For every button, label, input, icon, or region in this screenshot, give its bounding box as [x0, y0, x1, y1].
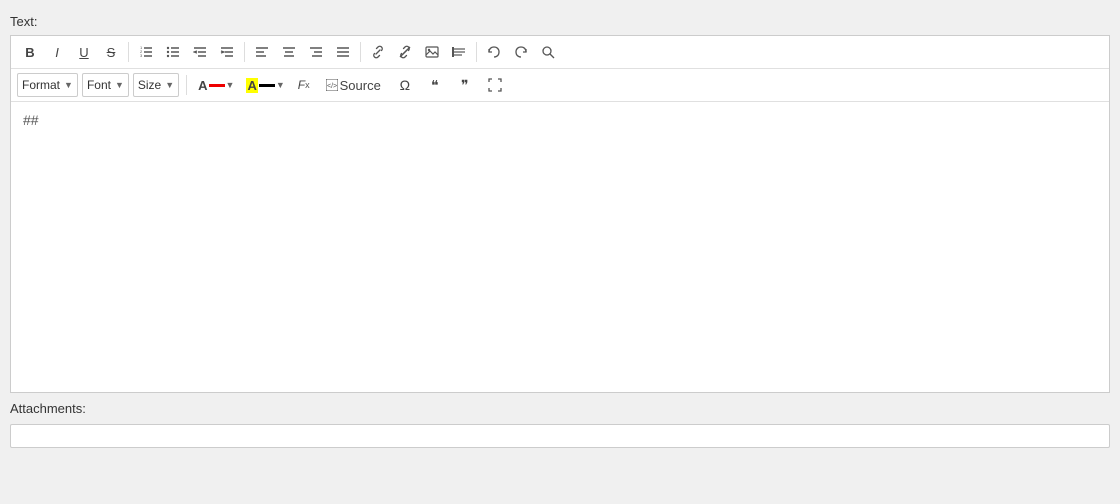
size-arrow-icon: ▼ [165, 80, 174, 90]
font-color-arrow-icon: ▼ [226, 80, 235, 90]
unlink-icon [398, 45, 412, 59]
bg-color-bar [259, 84, 275, 87]
align-center-button[interactable] [276, 40, 302, 64]
format-label: Format [22, 78, 60, 92]
find-icon [541, 45, 555, 59]
italic-icon: I [55, 45, 59, 60]
align-justify-icon [336, 45, 350, 59]
find-button[interactable] [535, 40, 561, 64]
underline-icon: U [79, 45, 88, 60]
unordered-list-icon [166, 45, 180, 59]
link-icon [371, 45, 385, 59]
strikethrough-icon: S [107, 45, 116, 60]
link-button[interactable] [365, 40, 391, 64]
quote-close-button[interactable]: ❞ [452, 73, 478, 97]
separator-4 [476, 42, 477, 62]
align-left-icon [255, 45, 269, 59]
ordered-list-icon: 1 2 3 [139, 45, 153, 59]
align-right-icon [309, 45, 323, 59]
undo-icon [487, 45, 501, 59]
clear-format-icon: F [298, 78, 305, 92]
undo-button[interactable] [481, 40, 507, 64]
align-center-icon [282, 45, 296, 59]
clear-format-button[interactable]: Fx [293, 73, 315, 97]
size-label: Size [138, 78, 161, 92]
unlink-button[interactable] [392, 40, 418, 64]
separator-5 [186, 75, 187, 95]
size-select[interactable]: Size ▼ [133, 73, 179, 97]
align-right-button[interactable] [303, 40, 329, 64]
bg-color-label: A [246, 78, 257, 93]
toolbar-row1: B I U S 1 2 3 [11, 36, 1109, 69]
redo-icon [514, 45, 528, 59]
svg-text:3: 3 [140, 53, 143, 58]
image-icon [425, 45, 439, 59]
text-label: Text: [0, 10, 1120, 35]
svg-text:</>: </> [327, 83, 337, 90]
format-arrow-icon: ▼ [64, 80, 73, 90]
toolbar-row2: Format ▼ Font ▼ Size ▼ A ▼ A ▼ [11, 69, 1109, 102]
attachments-input-container[interactable] [10, 424, 1110, 448]
bold-button[interactable]: B [17, 40, 43, 64]
blockquote-button[interactable] [446, 40, 472, 64]
format-select[interactable]: Format ▼ [17, 73, 78, 97]
separator-3 [360, 42, 361, 62]
font-arrow-icon: ▼ [115, 80, 124, 90]
special-char-button[interactable]: Ω [392, 73, 418, 97]
quote-close-icon: ❞ [461, 77, 469, 94]
quote-open-button[interactable]: ❝ [422, 73, 448, 97]
clear-format-sub-icon: x [305, 80, 310, 90]
bg-color-button[interactable]: A ▼ [242, 73, 288, 97]
image-button[interactable] [419, 40, 445, 64]
separator-2 [244, 42, 245, 62]
editor-content: ## [23, 112, 39, 128]
indent-increase-icon [220, 45, 234, 59]
indent-increase-button[interactable] [214, 40, 240, 64]
quote-open-icon: ❝ [431, 77, 439, 94]
strikethrough-button[interactable]: S [98, 40, 124, 64]
editor-body[interactable]: ## [11, 102, 1109, 392]
ordered-list-button[interactable]: 1 2 3 [133, 40, 159, 64]
attachments-section: Attachments: [0, 393, 1120, 424]
blockquote-icon [452, 45, 466, 59]
font-label: Font [87, 78, 111, 92]
fullscreen-button[interactable] [482, 73, 508, 97]
redo-button[interactable] [508, 40, 534, 64]
source-label: Source [340, 78, 381, 93]
omega-icon: Ω [400, 77, 410, 93]
indent-decrease-icon [193, 45, 207, 59]
font-color-label: A [198, 78, 207, 93]
align-left-button[interactable] [249, 40, 275, 64]
fullscreen-icon [488, 78, 502, 92]
italic-button[interactable]: I [44, 40, 70, 64]
source-button[interactable]: </> Source [319, 73, 388, 97]
indent-decrease-button[interactable] [187, 40, 213, 64]
font-select[interactable]: Font ▼ [82, 73, 129, 97]
bg-color-arrow-icon: ▼ [276, 80, 285, 90]
font-color-button[interactable]: A ▼ [194, 73, 238, 97]
separator-1 [128, 42, 129, 62]
align-justify-button[interactable] [330, 40, 356, 64]
bold-icon: B [25, 45, 34, 60]
editor-container: B I U S 1 2 3 [10, 35, 1110, 393]
page: Text: B I U S 1 2 [0, 0, 1120, 504]
attachments-label: Attachments: [10, 401, 1110, 416]
font-color-bar [209, 84, 225, 87]
underline-button[interactable]: U [71, 40, 97, 64]
unordered-list-button[interactable] [160, 40, 186, 64]
source-icon: </> [326, 79, 338, 91]
